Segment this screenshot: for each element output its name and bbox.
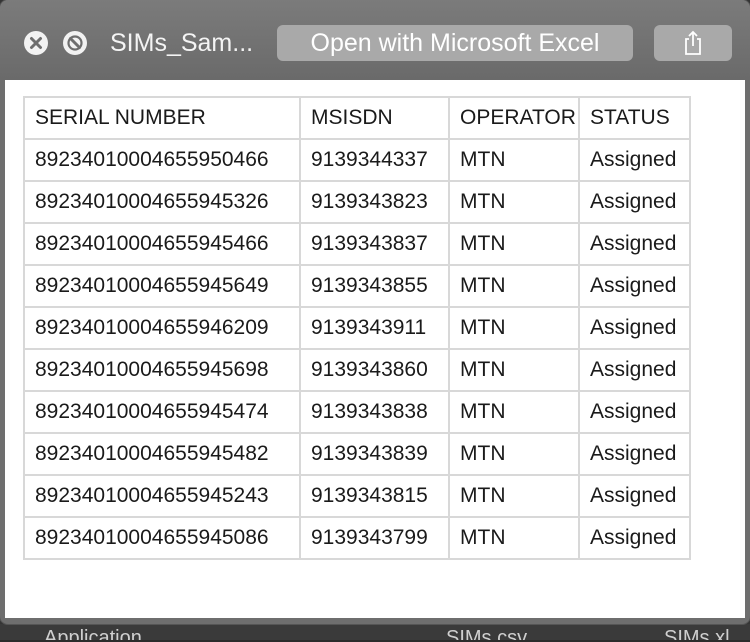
serial-number-cell: 89234010004655945086 [23, 516, 301, 560]
msisdn-cell: 9139343838 [299, 390, 450, 434]
status-cell: Assigned [578, 138, 691, 182]
table-row: 89234010004655945649 9139343855 MTN Assi… [23, 264, 691, 308]
csv-table: SERIAL NUMBER MSISDN OPERATOR STATUS 892… [23, 96, 691, 560]
status-cell: Assigned [578, 516, 691, 560]
close-button[interactable] [24, 31, 48, 55]
column-header-msisdn: MSISDN [299, 96, 450, 140]
status-cell: Assigned [578, 222, 691, 266]
serial-number-cell: 89234010004655945243 [23, 474, 301, 518]
operator-cell: MTN [448, 264, 580, 308]
status-cell: Assigned [578, 432, 691, 476]
close-icon [30, 37, 42, 49]
msisdn-cell: 9139344337 [299, 138, 450, 182]
operator-cell: MTN [448, 390, 580, 434]
share-icon [685, 30, 701, 55]
serial-number-cell: 89234010004655945649 [23, 264, 301, 308]
msisdn-cell: 9139343823 [299, 180, 450, 224]
title-bar: SIMs_Sam... Open with Microsoft Excel [0, 0, 750, 80]
msisdn-cell: 9139343860 [299, 348, 450, 392]
operator-cell: MTN [448, 306, 580, 350]
msisdn-cell: 9139343837 [299, 222, 450, 266]
header-row: SERIAL NUMBER MSISDN OPERATOR STATUS [23, 96, 691, 140]
serial-number-cell: 89234010004655945474 [23, 390, 301, 434]
share-button[interactable] [654, 25, 732, 61]
background-item-csv: SIMs.csv [446, 627, 528, 640]
table-row: 89234010004655945326 9139343823 MTN Assi… [23, 180, 691, 224]
table-row: 89234010004655945482 9139343839 MTN Assi… [23, 432, 691, 476]
operator-cell: MTN [448, 516, 580, 560]
stop-icon [67, 35, 83, 51]
background-item-xlsx: SIMs.xl [664, 627, 730, 640]
column-header-operator: OPERATOR [448, 96, 580, 140]
table-row: 89234010004655950466 9139344337 MTN Assi… [23, 138, 691, 182]
table-row: 89234010004655945474 9139343838 MTN Assi… [23, 390, 691, 434]
background-item-application: Application [44, 627, 142, 640]
msisdn-cell: 9139343911 [299, 306, 450, 350]
operator-cell: MTN [448, 222, 580, 266]
msisdn-cell: 9139343799 [299, 516, 450, 560]
preview-content: SERIAL NUMBER MSISDN OPERATOR STATUS 892… [5, 80, 745, 618]
quick-look-window: SIMs_Sam... Open with Microsoft Excel SE… [0, 0, 750, 624]
status-cell: Assigned [578, 348, 691, 392]
column-header-status: STATUS [578, 96, 691, 140]
operator-cell: MTN [448, 180, 580, 224]
status-cell: Assigned [578, 474, 691, 518]
status-cell: Assigned [578, 306, 691, 350]
status-cell: Assigned [578, 264, 691, 308]
column-header-serial-number: SERIAL NUMBER [23, 96, 301, 140]
serial-number-cell: 89234010004655945466 [23, 222, 301, 266]
background-finder-bar: Application SIMs.csv SIMs.xl [0, 624, 750, 640]
msisdn-cell: 9139343815 [299, 474, 450, 518]
serial-number-cell: 89234010004655950466 [23, 138, 301, 182]
operator-cell: MTN [448, 432, 580, 476]
msisdn-cell: 9139343839 [299, 432, 450, 476]
serial-number-cell: 89234010004655946209 [23, 306, 301, 350]
table-row: 89234010004655945086 9139343799 MTN Assi… [23, 516, 691, 560]
file-title: SIMs_Sam... [110, 29, 254, 57]
stop-button[interactable] [63, 31, 87, 55]
serial-number-cell: 89234010004655945326 [23, 180, 301, 224]
status-cell: Assigned [578, 180, 691, 224]
serial-number-cell: 89234010004655945698 [23, 348, 301, 392]
msisdn-cell: 9139343855 [299, 264, 450, 308]
table-row: 89234010004655945466 9139343837 MTN Assi… [23, 222, 691, 266]
table-row: 89234010004655945243 9139343815 MTN Assi… [23, 474, 691, 518]
status-cell: Assigned [578, 390, 691, 434]
serial-number-cell: 89234010004655945482 [23, 432, 301, 476]
operator-cell: MTN [448, 138, 580, 182]
operator-cell: MTN [448, 348, 580, 392]
table-row: 89234010004655945698 9139343860 MTN Assi… [23, 348, 691, 392]
table-row: 89234010004655946209 9139343911 MTN Assi… [23, 306, 691, 350]
open-with-excel-button[interactable]: Open with Microsoft Excel [277, 25, 633, 61]
operator-cell: MTN [448, 474, 580, 518]
